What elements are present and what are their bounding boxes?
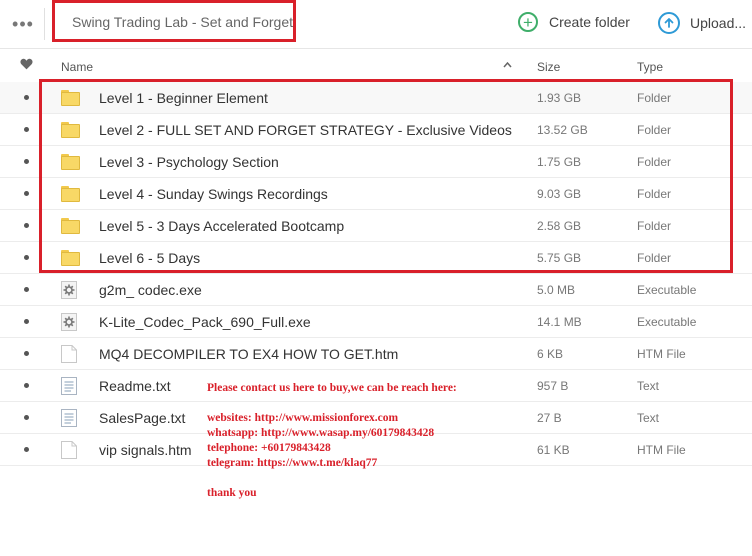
- file-name[interactable]: Level 4 - Sunday Swings Recordings: [99, 186, 328, 202]
- contact-line: websites: http://www.missionforex.com: [207, 412, 399, 424]
- favorite-dot-icon[interactable]: [24, 319, 29, 324]
- type-column-header[interactable]: Type: [637, 60, 663, 74]
- file-type: Folder: [637, 219, 672, 233]
- file-row[interactable]: g2m_ codec.exe 5.0 MB Executable: [0, 274, 752, 306]
- file-size: 957 B: [537, 379, 569, 393]
- favorite-dot-icon[interactable]: [24, 287, 29, 292]
- text-file-icon: [61, 377, 79, 395]
- favorite-dot-icon[interactable]: [24, 255, 29, 260]
- favorite-dot-icon[interactable]: [24, 127, 29, 132]
- file-size: 14.1 MB: [537, 315, 582, 329]
- file-row[interactable]: Level 3 - Psychology Section 1.75 GB Folde…: [0, 146, 752, 178]
- file-name[interactable]: Readme.txt: [99, 378, 171, 394]
- favorite-dot-icon[interactable]: [24, 447, 29, 452]
- contact-line: [207, 471, 457, 486]
- file-type: Folder: [637, 123, 672, 137]
- file-size: 6 KB: [537, 347, 564, 361]
- favorite-dot-icon[interactable]: [24, 383, 29, 388]
- file-row[interactable]: Level 6 - 5 Days 5.75 GB Folder: [0, 242, 752, 274]
- file-name[interactable]: vip signals.htm: [99, 442, 192, 458]
- blank-file-icon: [61, 345, 79, 363]
- file-name[interactable]: K-Lite_Codec_Pack_690_Full.exe: [99, 314, 311, 330]
- file-type: HTM File: [637, 347, 686, 361]
- file-type: Folder: [637, 91, 672, 105]
- contact-line: telephone: +60179843428: [207, 442, 331, 454]
- favorite-dot-icon[interactable]: [24, 351, 29, 356]
- contact-line: telegram: https://www.t.me/klaq77: [207, 457, 378, 469]
- folder-icon: [61, 218, 80, 234]
- file-name[interactable]: SalesPage.txt: [99, 410, 185, 426]
- file-type: Folder: [637, 251, 672, 265]
- file-size: 1.75 GB: [537, 155, 582, 169]
- size-column-header[interactable]: Size: [537, 60, 560, 74]
- favorite-dot-icon[interactable]: [24, 223, 29, 228]
- file-type: Text: [637, 379, 660, 393]
- create-folder-button[interactable]: + Create folder: [518, 12, 630, 32]
- file-name[interactable]: Level 1 - Beginner Element: [99, 90, 268, 106]
- blank-file-icon: [61, 441, 79, 459]
- folder-icon: [61, 250, 80, 266]
- top-bar: ••• Swing Trading Lab - Set and Forget +…: [0, 0, 752, 49]
- divider: [44, 8, 45, 40]
- file-row[interactable]: MQ4 DECOMPILER TO EX4 HOW TO GET.htm 6 KB…: [0, 338, 752, 370]
- create-folder-label: Create folder: [549, 14, 630, 30]
- text-file-icon: [61, 409, 79, 427]
- file-name[interactable]: Level 5 - 3 Days Accelerated Bootcamp: [99, 218, 344, 234]
- file-size: 13.52 GB: [537, 123, 588, 137]
- file-name[interactable]: Level 6 - 5 Days: [99, 250, 200, 266]
- file-type: Folder: [637, 155, 672, 169]
- contact-line: thank you: [207, 487, 257, 499]
- file-name[interactable]: g2m_ codec.exe: [99, 282, 202, 298]
- gear-file-icon: [61, 313, 79, 331]
- file-size: 5.0 MB: [537, 283, 576, 297]
- sort-ascending-icon[interactable]: [503, 60, 512, 71]
- folder-icon: [61, 90, 80, 106]
- file-name[interactable]: MQ4 DECOMPILER TO EX4 HOW TO GET.htm: [99, 346, 398, 362]
- file-size: 1.93 GB: [537, 91, 582, 105]
- file-type: Executable: [637, 283, 697, 297]
- file-size: 2.58 GB: [537, 219, 582, 233]
- file-row[interactable]: Level 4 - Sunday Swings Recordings 9.03 G…: [0, 178, 752, 210]
- plus-circle-icon: +: [518, 12, 538, 32]
- file-size: 9.03 GB: [537, 187, 582, 201]
- file-name[interactable]: Level 2 - FULL SET AND FORGET STRATEGY -…: [99, 122, 512, 138]
- file-size: 5.75 GB: [537, 251, 582, 265]
- upload-button[interactable]: Upload...: [658, 12, 746, 34]
- file-row[interactable]: Level 1 - Beginner Element 1.93 GB Folder: [0, 82, 752, 114]
- file-type: Executable: [637, 315, 697, 329]
- contact-line: whatsapp: http://www.wasap.my/6017984342…: [207, 427, 435, 439]
- name-column-header[interactable]: Name: [61, 60, 93, 74]
- folder-icon: [61, 186, 80, 202]
- favorite-dot-icon[interactable]: [24, 95, 29, 100]
- column-header: Name Size Type: [0, 50, 752, 82]
- file-row[interactable]: K-Lite_Codec_Pack_690_Full.exe 14.1 MB Exe…: [0, 306, 752, 338]
- gear-file-icon: [61, 281, 79, 299]
- file-size: 27 B: [537, 411, 562, 425]
- contact-line: Please contact us here to buy,we can be …: [207, 382, 457, 394]
- file-row[interactable]: Level 5 - 3 Days Accelerated Bootcamp 2.5…: [0, 210, 752, 242]
- folder-title: Swing Trading Lab - Set and Forget: [72, 14, 294, 30]
- file-type: Text: [637, 411, 660, 425]
- file-type: Folder: [637, 187, 672, 201]
- favorite-dot-icon[interactable]: [24, 191, 29, 196]
- file-name[interactable]: Level 3 - Psychology Section: [99, 154, 279, 170]
- heart-icon[interactable]: [20, 58, 34, 72]
- folder-icon: [61, 122, 80, 138]
- file-size: 61 KB: [537, 443, 570, 457]
- upload-arrow-icon: [658, 12, 680, 34]
- favorite-dot-icon[interactable]: [24, 159, 29, 164]
- file-row[interactable]: Level 2 - FULL SET AND FORGET STRATEGY -…: [0, 114, 752, 146]
- upload-label: Upload...: [690, 15, 747, 31]
- file-browser: ••• Swing Trading Lab - Set and Forget +…: [0, 0, 752, 556]
- folder-icon: [61, 154, 80, 170]
- more-options-icon[interactable]: •••: [12, 14, 34, 34]
- favorite-dot-icon[interactable]: [24, 415, 29, 420]
- file-type: HTM File: [637, 443, 686, 457]
- contact-line: [207, 396, 457, 411]
- contact-note: Please contact us here to buy,we can be …: [207, 381, 457, 501]
